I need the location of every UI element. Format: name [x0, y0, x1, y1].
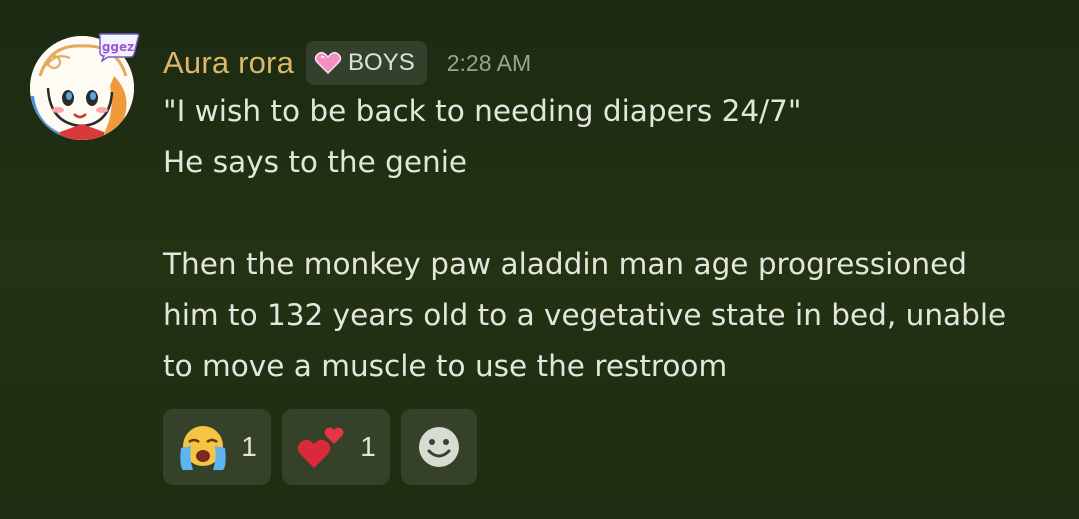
timestamp: 2:28 AM	[446, 49, 532, 76]
message-line: him to 132 years old to a vegetative sta…	[163, 298, 1007, 332]
add-reaction-button[interactable]	[401, 409, 477, 485]
message-line: to move a muscle to use the restroom	[163, 349, 728, 383]
message-line-blank	[163, 188, 1043, 239]
message-line: He says to the genie	[163, 145, 468, 179]
chat-message: ggez Aura rora BOYS 2:28 AM "I wish to b…	[0, 0, 1079, 519]
username[interactable]: Aura rora	[163, 45, 294, 81]
avatar-badge: ggez	[96, 32, 140, 63]
avatar-badge-text: ggez	[102, 40, 134, 54]
reaction-heart-exclamation[interactable]: 1	[282, 409, 390, 485]
loudly-crying-face-icon	[180, 426, 226, 470]
message-content: "I wish to be back to needing diapers 24…	[163, 86, 1043, 392]
reaction-count: 1	[360, 431, 376, 462]
message-line: "I wish to be back to needing diapers 24…	[163, 94, 802, 128]
pink-heart-icon	[314, 51, 342, 75]
add-reaction-smiley-icon	[419, 427, 459, 467]
heart-exclamation-icon	[297, 427, 344, 468]
role-tag-label: BOYS	[348, 49, 415, 76]
reactions-bar: 1 1	[163, 409, 477, 485]
reaction-loudly-crying[interactable]: 1	[163, 409, 271, 485]
role-tag[interactable]: BOYS	[306, 41, 427, 85]
message-line: Then the monkey paw aladdin man age prog…	[163, 247, 967, 281]
reaction-count: 1	[241, 431, 257, 462]
message-header: Aura rora BOYS 2:28 AM	[163, 38, 531, 88]
